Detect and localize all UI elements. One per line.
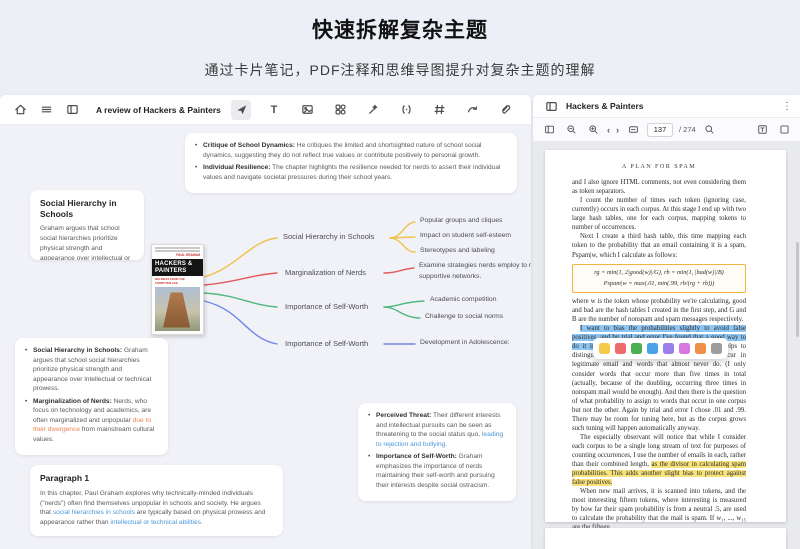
note-bullet: Perceived Threat: Their different intere… — [368, 411, 506, 449]
frame-tool-icon[interactable] — [429, 100, 449, 120]
book-cover-top: PAUL GRAHAM — [152, 245, 203, 259]
pdf-paragraph: and I also ignore HTML comments, not eve… — [572, 179, 746, 196]
highlight-color-swatch[interactable] — [615, 343, 626, 354]
select-tool-icon[interactable] — [231, 99, 251, 120]
book-cover-art — [155, 287, 200, 331]
tool-group: T — [231, 99, 521, 120]
scrollbar-thumb[interactable] — [796, 242, 799, 337]
hero-section: 快速拆解复杂主题 通过卡片笔记，PDF注释和思维导图提升对复杂主题的理解 — [0, 0, 800, 80]
formula-box: rg = min(1, 2|good(w)|/G), rb = min(1, |… — [572, 263, 746, 294]
paragraph-body: In this chapter, Paul Graham explores wh… — [40, 489, 266, 527]
note-bullet: Critique of School Dynamics: He critique… — [195, 141, 507, 160]
sticker-tool-icon[interactable] — [363, 100, 383, 120]
page-title: 快速拆解复杂主题 — [312, 19, 488, 42]
whiteboard-window: A review of Hackers & Painters T • Criti… — [0, 95, 531, 549]
fit-page-icon[interactable] — [754, 122, 770, 138]
mindmap-leaf[interactable]: Challenge to social norms — [425, 313, 503, 320]
page-subtitle: 通过卡片笔记，PDF注释和思维导图提升对复杂主题的理解 — [204, 62, 596, 78]
highlight-color-swatch[interactable] — [695, 343, 706, 354]
paragraph-title: Paragraph 1 — [40, 473, 90, 483]
book-subtitle: BIG IDEAS FROM THE COMPUTER AGE — [155, 277, 185, 286]
sidebar-toggle-icon[interactable] — [62, 100, 82, 120]
running-head: A PLAN FOR SPAM — [621, 163, 697, 170]
mindmap-branch[interactable]: Importance of Self-Worth — [285, 339, 368, 348]
abilities-link[interactable]: intellectual or technical abilities. — [110, 519, 202, 526]
card-title: Social Hierarchy in Schools — [40, 198, 117, 219]
page-number-input[interactable] — [647, 122, 673, 137]
card-body: Graham argues that school social hierarc… — [40, 225, 131, 260]
pdf-paragraph: where w is the token whose probability w… — [572, 298, 746, 324]
mindmap-leaf[interactable]: Academic competition — [430, 296, 497, 303]
note-bullet: Importance of Self-Worth: Graham emphasi… — [368, 452, 506, 490]
mindmap-leaf[interactable]: Impact on student self-esteem — [420, 232, 511, 239]
fullscreen-icon[interactable] — [776, 122, 792, 138]
paragraph-card[interactable]: Paragraph 1 In this chapter, Paul Graham… — [30, 465, 283, 537]
highlight-color-swatch[interactable] — [599, 343, 610, 354]
page-total: / 274 — [679, 125, 696, 134]
shapes-tool-icon[interactable] — [330, 100, 350, 120]
mindmap-leaf[interactable]: supportive networks. — [419, 273, 481, 280]
scroll-mode-icon[interactable] — [625, 122, 641, 138]
top-note-card[interactable]: Critique of School Dynamics: He critique… — [185, 133, 517, 194]
formula-line: rg = min(1, 2|good(w)|/G), rb = min(1, |… — [594, 268, 724, 276]
whiteboard-toolbar: A review of Hackers & Painters T — [0, 95, 531, 125]
mindmap-leaf[interactable]: Examine strategies nerds employ to m — [419, 262, 531, 269]
hierarchies-link[interactable]: social hierarchies in schools — [53, 509, 135, 516]
pdf-toolbar: ‹ › / 274 — [533, 118, 800, 142]
threat-card[interactable]: Perceived Threat: Their different intere… — [358, 403, 516, 502]
highlight-color-swatch[interactable] — [711, 343, 722, 354]
mindmap-branch[interactable]: Marginalization of Nerds — [285, 268, 366, 277]
thumbnails-panel-icon[interactable] — [541, 122, 557, 138]
note-bullet: Social Hierarchy in Schools: Graham argu… — [25, 346, 158, 394]
menu-icon[interactable] — [36, 100, 56, 120]
book-author: PAUL GRAHAM — [176, 253, 200, 257]
mindmap-branch[interactable]: Social Hierarchy in Schools — [283, 232, 374, 241]
note-bullet: Marginalization of Nerds: Nerds, who foc… — [25, 397, 158, 445]
mindmap-leaf[interactable]: Popular groups and cliques — [420, 217, 502, 224]
note-bullet: Individual Resilience: The chapter highl… — [195, 163, 507, 182]
mindmap-leaf[interactable]: Stereotypes and labeling — [420, 247, 495, 254]
attachment-tool-icon[interactable] — [495, 100, 515, 120]
zoom-out-icon[interactable] — [563, 122, 579, 138]
pdf-header: Hackers & Painters ⋮ — [533, 95, 800, 118]
hierarchy-card[interactable]: Social Hierarchy in Schools Graham argue… — [30, 190, 144, 260]
more-options-icon[interactable]: ⋮ — [782, 101, 792, 112]
search-icon[interactable] — [702, 122, 718, 138]
connector-tool-icon[interactable] — [462, 100, 482, 120]
pdf-page: A PLAN FOR SPAM and I also ignore HTML c… — [545, 150, 786, 549]
board-title: A review of Hackers & Painters — [96, 104, 221, 115]
next-page-icon[interactable]: › — [616, 125, 619, 135]
highlight-color-palette — [593, 338, 728, 359]
pdf-paragraph: The especially observant will notice tha… — [572, 433, 747, 486]
prev-page-icon[interactable]: ‹ — [607, 125, 610, 135]
zoom-in-icon[interactable] — [585, 122, 601, 138]
pdf-paragraph: When new mail arrives, it is scanned int… — [572, 487, 746, 531]
highlight-color-swatch[interactable] — [663, 343, 674, 354]
pdf-paragraph: Next I create a third hash table, this t… — [572, 233, 746, 259]
book-title: HACKERS & PAINTERS — [152, 259, 203, 277]
image-tool-icon[interactable] — [297, 100, 317, 120]
embed-tool-icon[interactable] — [396, 100, 416, 120]
pdf-title: Hackers & Painters — [566, 101, 644, 111]
highlight-color-swatch[interactable] — [647, 343, 658, 354]
pdf-window: Hackers & Painters ⋮ ‹ › / 274 — [533, 95, 800, 549]
pdf-sidebar-icon[interactable] — [541, 96, 561, 116]
formula-line: Pspam|w = max(.01, min(.99, rb/(rg + rb)… — [603, 279, 715, 287]
highlight-color-swatch[interactable] — [631, 343, 642, 354]
mindmap-leaf[interactable]: Development in Adolescence: — [420, 339, 510, 346]
pdf-viewer[interactable]: A PLAN FOR SPAM and I also ignore HTML c… — [533, 142, 800, 549]
book-cover[interactable]: PAUL GRAHAM HACKERS & PAINTERS BIG IDEAS… — [151, 244, 204, 335]
home-icon[interactable] — [10, 100, 30, 120]
notes-card[interactable]: Social Hierarchy in Schools: Graham argu… — [15, 338, 168, 456]
highlight-color-swatch[interactable] — [679, 343, 690, 354]
text-tool-icon[interactable]: T — [264, 100, 284, 120]
pdf-paragraph: I count the number of times each token (… — [572, 197, 746, 232]
mindmap-branch[interactable]: Importance of Self-Worth — [285, 302, 368, 311]
pdf-next-page — [545, 528, 786, 549]
whiteboard-canvas[interactable]: Critique of School Dynamics: He critique… — [0, 125, 531, 549]
